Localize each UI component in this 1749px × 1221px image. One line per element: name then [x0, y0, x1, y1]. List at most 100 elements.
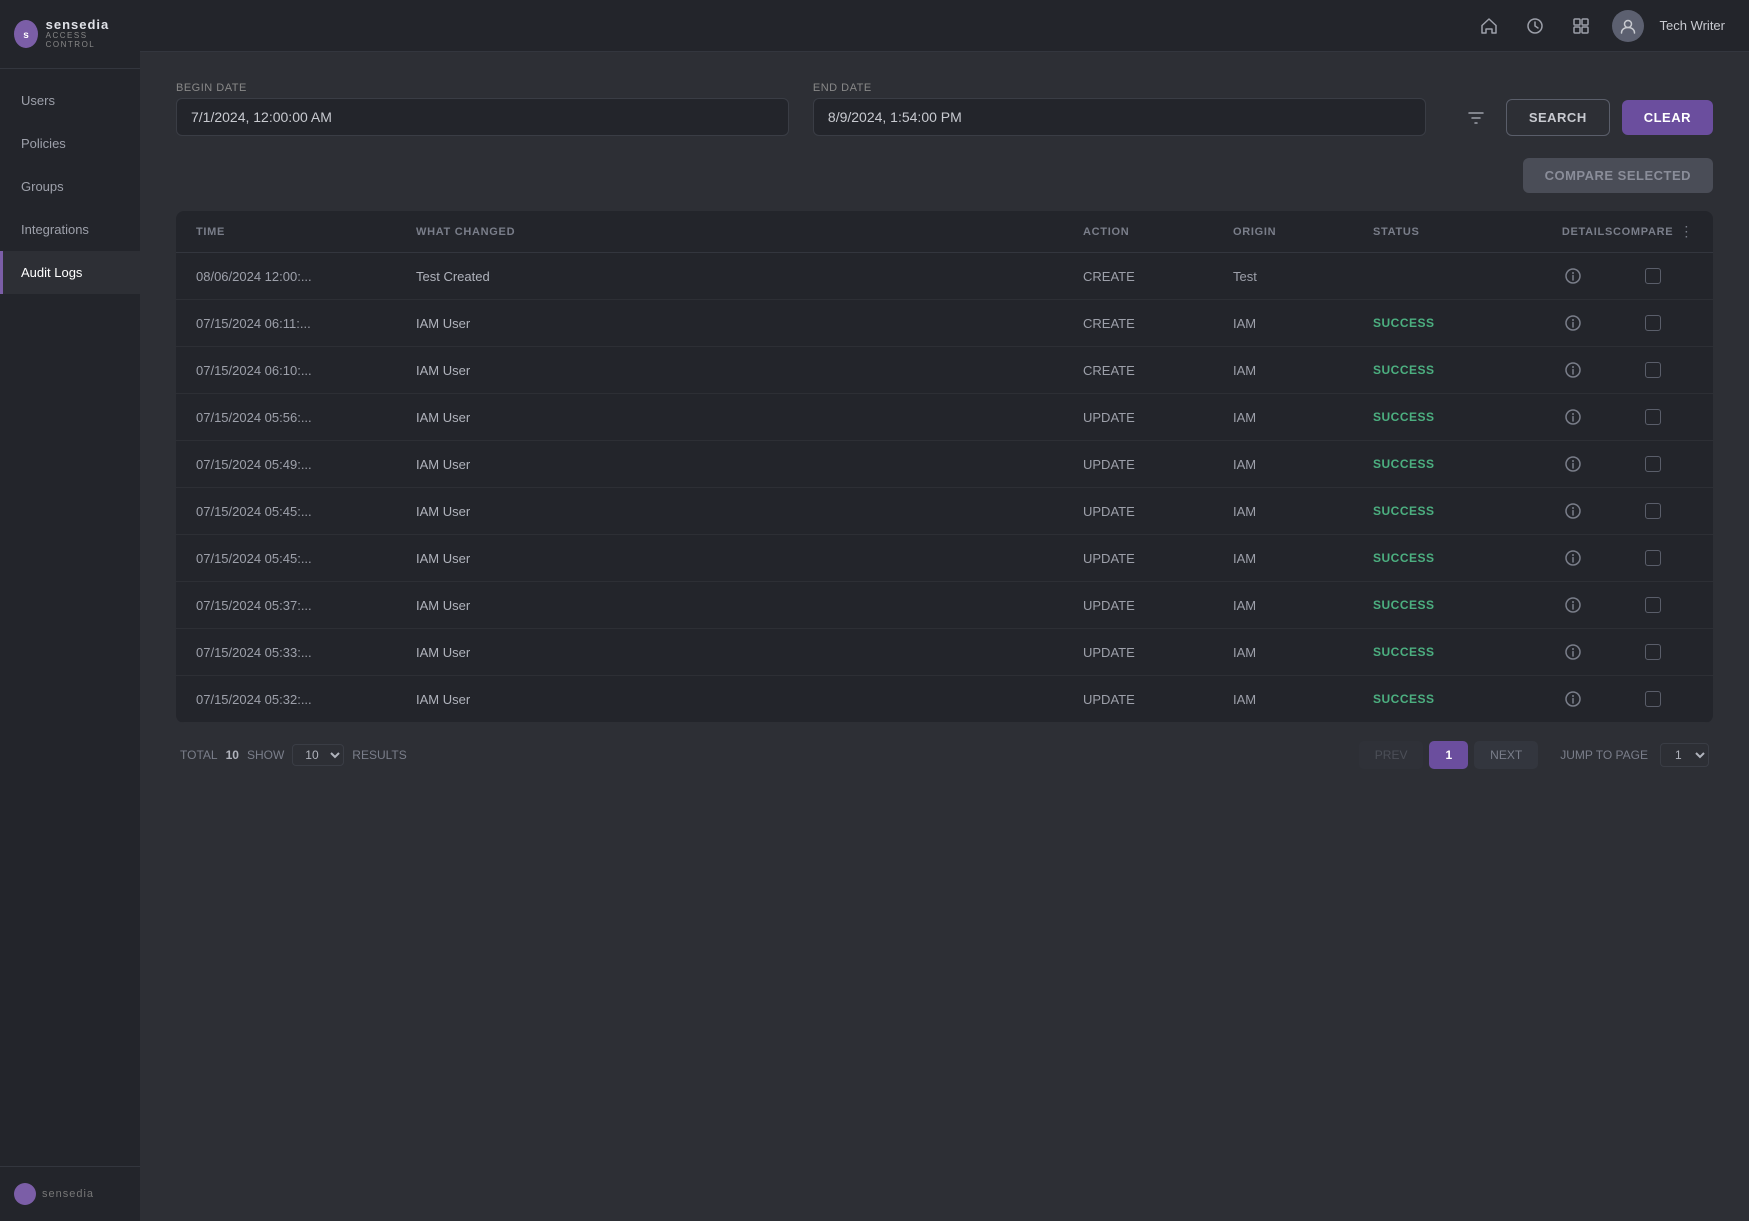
clear-button[interactable]: CLEAR [1622, 100, 1713, 135]
td-action-3: UPDATE [1083, 410, 1233, 425]
td-action-4: UPDATE [1083, 457, 1233, 472]
show-label: SHOW [247, 748, 284, 762]
th-compare: COMPARE [1613, 226, 1673, 238]
compare-checkbox-1[interactable] [1613, 315, 1693, 331]
th-details: DETAILS [1533, 226, 1613, 238]
topbar-username[interactable]: Tech Writer [1660, 18, 1726, 33]
td-status-6: SUCCESS [1373, 551, 1533, 565]
details-button-4[interactable] [1533, 455, 1613, 473]
sensedia-bottom-logo: sensedia [14, 1183, 94, 1205]
table-body: 08/06/2024 12:00:... Test Created CREATE… [176, 253, 1713, 723]
table-row: 07/15/2024 05:33:... IAM User UPDATE IAM… [176, 629, 1713, 676]
details-button-5[interactable] [1533, 502, 1613, 520]
details-button-8[interactable] [1533, 643, 1613, 661]
checkbox-6[interactable] [1645, 550, 1661, 566]
prev-page-button[interactable]: PREV [1359, 741, 1424, 769]
td-origin-4: IAM [1233, 457, 1373, 472]
details-button-6[interactable] [1533, 549, 1613, 567]
checkbox-3[interactable] [1645, 409, 1661, 425]
bottom-logo-circle [14, 1183, 36, 1205]
details-button-9[interactable] [1533, 690, 1613, 708]
jump-to-page-label: JUMP TO PAGE [1560, 748, 1648, 762]
pagination-row: TOTAL 10 SHOW 10 25 50 RESULTS PREV 1 NE… [176, 723, 1713, 769]
td-what-changed-8: IAM User [416, 645, 1083, 660]
end-date-field: End Date 8/9/2024, 1:54:00 PM [813, 82, 1426, 136]
user-avatar[interactable] [1612, 10, 1644, 42]
details-button-2[interactable] [1533, 361, 1613, 379]
show-select[interactable]: 10 25 50 [292, 744, 344, 766]
bottom-logo-label: sensedia [42, 1188, 94, 1200]
checkbox-5[interactable] [1645, 503, 1661, 519]
details-button-1[interactable] [1533, 314, 1613, 332]
td-origin-8: IAM [1233, 645, 1373, 660]
th-what-changed: WHAT CHANGED [416, 226, 1083, 238]
grid-icon[interactable] [1566, 11, 1596, 41]
th-status: STATUS [1373, 226, 1533, 238]
compare-checkbox-7[interactable] [1613, 597, 1693, 613]
td-status-9: SUCCESS [1373, 692, 1533, 706]
compare-selected-button[interactable]: COMPARE SELECTED [1523, 158, 1713, 193]
filter-icon-button[interactable] [1458, 100, 1494, 136]
checkbox-7[interactable] [1645, 597, 1661, 613]
content-area: Begin Date 7/1/2024, 12:00:00 AM End Dat… [140, 52, 1749, 1221]
filter-row: Begin Date 7/1/2024, 12:00:00 AM End Dat… [176, 82, 1713, 136]
td-action-7: UPDATE [1083, 598, 1233, 613]
checkbox-8[interactable] [1645, 644, 1661, 660]
checkbox-0[interactable] [1645, 268, 1661, 284]
logo-icon: s [14, 20, 38, 48]
details-button-7[interactable] [1533, 596, 1613, 614]
filter-actions: SEARCH CLEAR [1458, 99, 1713, 136]
td-origin-0: Test [1233, 269, 1373, 284]
checkbox-9[interactable] [1645, 691, 1661, 707]
td-time-7: 07/15/2024 05:37:... [196, 598, 416, 613]
results-label: RESULTS [352, 748, 406, 762]
td-what-changed-6: IAM User [416, 551, 1083, 566]
current-page-button[interactable]: 1 [1429, 741, 1468, 769]
more-options-icon[interactable]: ⋮ [1679, 223, 1693, 240]
table-row: 07/15/2024 05:56:... IAM User UPDATE IAM… [176, 394, 1713, 441]
sidebar-item-policies[interactable]: Policies [0, 122, 140, 165]
history-icon[interactable] [1520, 11, 1550, 41]
logo-name: sensedia [46, 18, 126, 32]
sidebar-item-audit-logs[interactable]: Audit Logs [0, 251, 140, 294]
table-row: 07/15/2024 05:45:... IAM User UPDATE IAM… [176, 488, 1713, 535]
sidebar-item-groups[interactable]: Groups [0, 165, 140, 208]
compare-checkbox-8[interactable] [1613, 644, 1693, 660]
sidebar-nav: Users Policies Groups Integrations Audit… [0, 69, 140, 1166]
td-status-3: SUCCESS [1373, 410, 1533, 424]
details-button-3[interactable] [1533, 408, 1613, 426]
compare-checkbox-5[interactable] [1613, 503, 1693, 519]
td-action-5: UPDATE [1083, 504, 1233, 519]
td-time-6: 07/15/2024 05:45:... [196, 551, 416, 566]
checkbox-4[interactable] [1645, 456, 1661, 472]
sidebar-item-users[interactable]: Users [0, 79, 140, 122]
td-action-6: UPDATE [1083, 551, 1233, 566]
end-date-value[interactable]: 8/9/2024, 1:54:00 PM [813, 98, 1426, 136]
compare-checkbox-4[interactable] [1613, 456, 1693, 472]
td-time-4: 07/15/2024 05:49:... [196, 457, 416, 472]
sidebar-item-integrations[interactable]: Integrations [0, 208, 140, 251]
td-origin-6: IAM [1233, 551, 1373, 566]
checkbox-1[interactable] [1645, 315, 1661, 331]
home-icon[interactable] [1474, 11, 1504, 41]
table-row: 08/06/2024 12:00:... Test Created CREATE… [176, 253, 1713, 300]
compare-checkbox-2[interactable] [1613, 362, 1693, 378]
compare-checkbox-9[interactable] [1613, 691, 1693, 707]
td-what-changed-1: IAM User [416, 316, 1083, 331]
begin-date-label: Begin Date [176, 82, 789, 94]
compare-checkbox-3[interactable] [1613, 409, 1693, 425]
compare-checkbox-6[interactable] [1613, 550, 1693, 566]
th-origin: ORIGIN [1233, 226, 1373, 238]
checkbox-2[interactable] [1645, 362, 1661, 378]
begin-date-value[interactable]: 7/1/2024, 12:00:00 AM [176, 98, 789, 136]
search-button[interactable]: SEARCH [1506, 99, 1610, 136]
next-page-button[interactable]: NEXT [1474, 741, 1538, 769]
table-header: TIME WHAT CHANGED ACTION ORIGIN STATUS D… [176, 211, 1713, 253]
compare-checkbox-0[interactable] [1613, 268, 1693, 284]
sidebar-bottom: sensedia [0, 1166, 140, 1221]
td-status-4: SUCCESS [1373, 457, 1533, 471]
details-button-0[interactable] [1533, 267, 1613, 285]
td-action-1: CREATE [1083, 316, 1233, 331]
jump-to-page-select[interactable]: 1 [1660, 743, 1709, 767]
th-action: ACTION [1083, 226, 1233, 238]
